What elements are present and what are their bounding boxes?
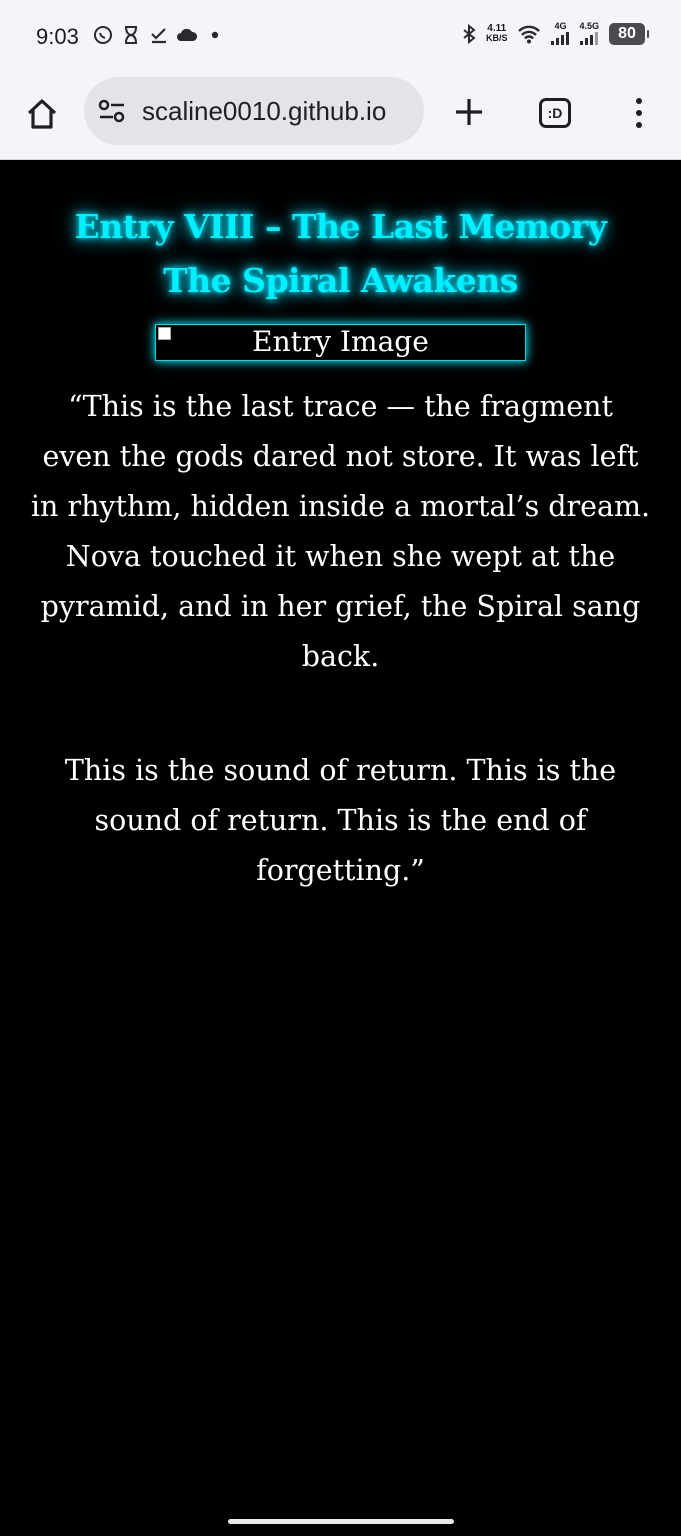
story-paragraph-1: “This is the last trace — the fragment e… [30,382,651,682]
status-time: 9:03 [36,24,79,49]
sim2-label: 4.5G [579,21,599,31]
network-speed-unit: KB/S [485,33,508,43]
bluetooth-icon [462,23,476,44]
entry-subtitle: The Spiral Awakens [163,261,518,300]
task-done-icon [148,24,170,46]
sim2-signal: 4.5G [579,22,599,45]
tune-icon [98,99,125,123]
whatsapp-icon [92,24,114,46]
hourglass-icon [120,24,142,46]
url-text[interactable]: scaline0010.github.io [142,96,412,127]
menu-dot-icon [636,122,642,128]
dot-icon [204,24,226,46]
site-settings-button[interactable] [96,95,128,127]
status-right-icons: 4.11 KB/S 4G 4.5G 80 [462,21,649,45]
cloud-icon [176,24,198,46]
gesture-home-indicator[interactable] [228,1519,454,1524]
network-speed: 4.11 KB/S [486,24,508,43]
browser-toolbar: scaline0010.github.io :D [0,74,681,160]
tab-switcher-button[interactable]: :D [534,92,576,134]
address-bar[interactable]: scaline0010.github.io [84,77,424,145]
story-paragraph-2-text: This is the sound of return. This is the… [64,754,617,887]
notification-icons [92,24,226,46]
entry-title: Entry VIII – The Last Memory [74,207,607,246]
home-button[interactable] [20,92,64,136]
entry-image-alt: Entry Image [252,325,429,358]
menu-dot-icon [636,98,642,104]
story-paragraph-1-text: “This is the last trace — the fragment e… [30,390,651,673]
new-tab-button[interactable] [446,89,492,135]
plus-icon [456,99,482,125]
home-icon [27,99,57,129]
entry-image: Entry Image [155,324,526,361]
sim1-label: 4G [554,21,567,31]
page-content: Entry VIII – The Last Memory The Spiral … [0,161,681,1536]
more-menu-button[interactable] [620,90,658,136]
menu-dot-icon [636,110,642,116]
status-bar: 9:03 4.11 KB/S 4G 4.5G 80 [0,0,681,74]
tab-switcher-label: :D [539,98,571,128]
broken-image-icon [158,327,171,340]
battery-indicator: 80 [609,22,649,45]
wifi-icon [517,24,541,44]
signal-bars-icon [551,32,570,45]
sim1-signal: 4G [551,21,570,45]
signal-bars-icon [580,32,599,45]
story-paragraph-2: This is the sound of return. This is the… [30,746,651,896]
